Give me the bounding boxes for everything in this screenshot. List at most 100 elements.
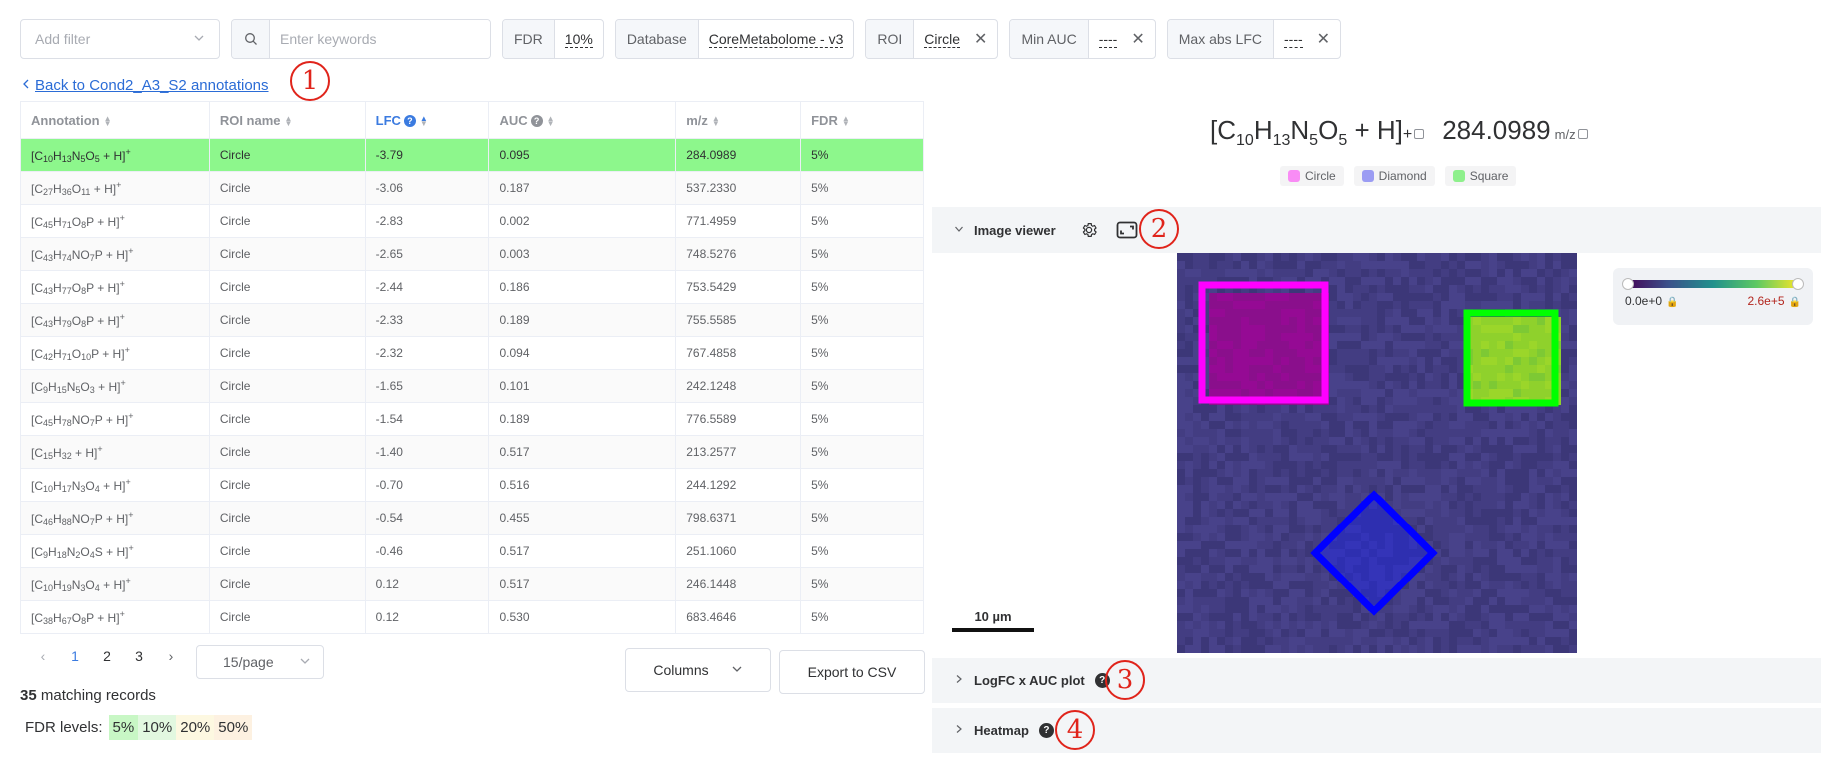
table-row[interactable]: [C9H18N2O4S + H]+ Circle -0.46 0.517 251.106… xyxy=(20,534,924,568)
annotation-cell: [C45H78NO7P + H]+ xyxy=(20,402,210,436)
ion-image[interactable] xyxy=(1177,253,1577,653)
auc-cell: 0.530 xyxy=(488,600,677,634)
back-link[interactable]: Back to Cond2_A3_S2 annotations xyxy=(21,77,269,94)
matching-records: 35 matching records xyxy=(20,687,156,704)
table-row[interactable]: [C10H19N3O4 + H]+ Circle 0.12 0.517 246.1448… xyxy=(20,567,924,601)
copy-icon[interactable] xyxy=(1414,129,1425,139)
next-page-button[interactable]: › xyxy=(155,648,187,664)
close-icon[interactable]: ✕ xyxy=(1131,29,1144,49)
roi-filter-value[interactable]: Circle xyxy=(924,31,961,48)
image-viewer-header[interactable]: Image viewer xyxy=(932,207,1821,253)
min-auc-filter-value[interactable]: ---- xyxy=(1098,31,1118,48)
fdr-cell: 5% xyxy=(800,600,924,634)
table-row[interactable]: [C27H36O11 + H]+ Circle -3.06 0.187 537.2330… xyxy=(20,171,924,205)
max-abs-lfc-filter-value[interactable]: ---- xyxy=(1284,31,1303,48)
columns-button-label: Columns xyxy=(653,662,709,678)
table-row[interactable]: [C43H77O8P + H]+ Circle -2.44 0.186 753.5429… xyxy=(20,270,924,304)
mz-cell: 798.6371 xyxy=(675,501,802,535)
mz-cell: 251.1060 xyxy=(675,534,802,568)
auc-cell: 0.003 xyxy=(488,237,677,271)
table-row[interactable]: [C10H13N5O5 + H]+ Circle -3.79 0.095 284.098… xyxy=(20,138,924,172)
sort-icon: ▲ ▼ xyxy=(419,114,428,129)
page-2-button[interactable]: 2 xyxy=(91,648,123,664)
table-row[interactable]: [C46H88NO7P + H]+ Circle -0.54 0.455 798.637… xyxy=(20,501,924,535)
close-icon[interactable]: ✕ xyxy=(974,29,987,49)
lfc-cell: 0.12 xyxy=(364,600,490,634)
table-row[interactable]: [C43H79O8P + H]+ Circle -2.33 0.189 755.5585… xyxy=(20,303,924,337)
close-icon[interactable]: ✕ xyxy=(1317,29,1330,49)
table-row[interactable]: [C43H74NO7P + H]+ Circle -2.65 0.003 748.527… xyxy=(20,237,924,271)
lfc-cell: -3.06 xyxy=(364,171,490,205)
lock-icon[interactable]: 🔒 xyxy=(1666,297,1678,308)
colorbar-max: 2.6e+5 xyxy=(1747,294,1785,308)
fdr-cell: 5% xyxy=(800,435,924,469)
chevron-right-icon xyxy=(954,674,964,687)
table-row[interactable]: [C9H15N5O3 + H]+ Circle -1.65 0.101 242.1248… xyxy=(20,369,924,403)
sort-icon: ▲ ▼ xyxy=(546,114,555,129)
page-3-button[interactable]: 3 xyxy=(123,648,155,664)
lock-icon[interactable]: 🔒 xyxy=(1789,297,1801,308)
roi-legend-item-circle[interactable]: Circle xyxy=(1280,166,1344,186)
columns-button[interactable]: Columns xyxy=(625,648,771,692)
col-header-auc[interactable]: AUC? ▲ ▼ xyxy=(488,101,677,139)
prev-page-button[interactable]: ‹ xyxy=(27,648,59,664)
fdr-filter-value[interactable]: 10% xyxy=(564,31,593,48)
col-header-fdr[interactable]: FDR ▲ ▼ xyxy=(800,101,924,139)
heatmap-title: Heatmap xyxy=(974,723,1029,738)
help-icon[interactable]: ? xyxy=(1038,723,1054,738)
add-filter-placeholder: Add filter xyxy=(35,31,91,47)
chevron-down-icon xyxy=(954,224,964,237)
table-row[interactable]: [C45H71O8P + H]+ Circle -2.83 0.002 771.4959… xyxy=(20,204,924,238)
keyword-search xyxy=(231,19,491,59)
roi-name-cell: Circle xyxy=(208,600,366,634)
table-row[interactable]: [C38H67O8P + H]+ Circle 0.12 0.530 683.4646 5… xyxy=(20,600,924,634)
col-header-mz[interactable]: m/z ▲ ▼ xyxy=(675,101,802,139)
fdr-level-badge: 50% xyxy=(214,715,253,740)
table-row[interactable]: [C45H78NO7P + H]+ Circle -1.54 0.189 776.558… xyxy=(20,402,924,436)
col-header-annotation[interactable]: Annotation ▲ ▼ xyxy=(20,101,210,139)
help-icon[interactable]: ? xyxy=(530,115,543,128)
page-size-select[interactable]: 15/page xyxy=(196,645,324,679)
roi-legend-item-diamond[interactable]: Diamond xyxy=(1353,166,1435,186)
selected-formula: [C10H13N5O5 + H] xyxy=(1210,115,1403,150)
fullscreen-icon[interactable] xyxy=(1116,221,1138,239)
max-abs-lfc-filter-label: Max abs LFC xyxy=(1167,20,1274,58)
col-header-roi-name[interactable]: ROI name ▲ ▼ xyxy=(208,101,366,139)
mz-cell: 284.0989 xyxy=(675,138,802,172)
export-csv-button-label: Export to CSV xyxy=(807,664,897,680)
table-row[interactable]: [C42H71O10P + H]+ Circle -2.32 0.094 767.485… xyxy=(20,336,924,370)
mz-cell: 213.2577 xyxy=(675,435,802,469)
auc-cell: 0.455 xyxy=(488,501,677,535)
export-csv-button[interactable]: Export to CSV xyxy=(779,650,925,694)
fdr-cell: 5% xyxy=(800,303,924,337)
fdr-cell: 5% xyxy=(800,501,924,535)
colorbar-gradient[interactable] xyxy=(1622,278,1804,290)
roi-legend-item-square[interactable]: Square xyxy=(1444,166,1517,186)
help-icon[interactable]: ? xyxy=(403,115,416,128)
auc-cell: 0.187 xyxy=(488,171,677,205)
callout-marker-2: 2 xyxy=(1139,209,1179,249)
auc-cell: 0.095 xyxy=(488,138,677,172)
roi-legend: Circle Diamond Square xyxy=(1280,166,1517,186)
fdr-cell: 5% xyxy=(800,336,924,370)
colorbar-min: 0.0e+0 xyxy=(1625,294,1663,308)
fdr-levels-legend: FDR levels: 5% 10% 20% 50% xyxy=(25,715,253,740)
add-filter-select[interactable]: Add filter xyxy=(20,19,220,59)
logfc-auc-plot-header[interactable]: LogFC x AUC plot ? xyxy=(932,658,1821,703)
table-row[interactable]: [C10H17N3O4 + H]+ Circle -0.70 0.516 244.129… xyxy=(20,468,924,502)
annotation-cell: [C9H15N5O3 + H]+ xyxy=(20,369,210,403)
lfc-cell: -3.79 xyxy=(364,138,490,172)
gear-icon[interactable] xyxy=(1080,221,1098,239)
lfc-cell: -2.32 xyxy=(364,336,490,370)
matching-text: matching records xyxy=(40,687,156,704)
copy-icon[interactable] xyxy=(1577,129,1588,139)
auc-cell: 0.186 xyxy=(488,270,677,304)
database-filter-value[interactable]: CoreMetabolome - v3 xyxy=(708,31,844,48)
page-1-button[interactable]: 1 xyxy=(59,648,91,664)
sort-icon: ▲ ▼ xyxy=(284,114,293,129)
lfc-cell: -2.44 xyxy=(364,270,490,304)
matching-count: 35 xyxy=(20,687,37,704)
col-header-lfc[interactable]: LFC? ▲ ▼ xyxy=(364,101,490,139)
table-row[interactable]: [C15H32 + H]+ Circle -1.40 0.517 213.2577 5% xyxy=(20,435,924,469)
keyword-input[interactable] xyxy=(270,20,490,58)
